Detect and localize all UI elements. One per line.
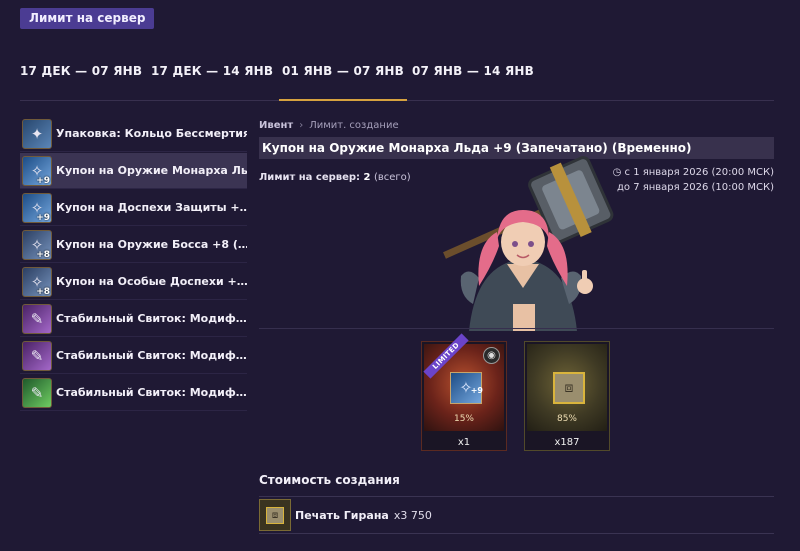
sidebar-item-label: Купон на Оружие Босса +8 (… [56, 238, 247, 251]
armor-coupon-icon: ✧ +9 [22, 192, 52, 223]
sidebar-item-label: Купон на Особые Доспехи +… [56, 275, 247, 288]
sidebar-item[interactable]: ✎ Стабильный Свиток: Модиф… [20, 301, 247, 337]
server-limit: Лимит на сервер: 2 (всего) [259, 172, 411, 183]
stable-scroll-green-icon: ✎ [22, 377, 52, 408]
event-dates: ◷ с 1 января 2026 (20:00 МСК) до 7 январ… [612, 167, 774, 193]
sidebar-item[interactable]: ✎ Стабильный Свиток: Модиф… [20, 375, 247, 411]
sidebar-item-label: Стабильный Свиток: Модиф… [56, 349, 247, 362]
sidebar-item-label: Стабильный Свиток: Модиф… [56, 312, 247, 325]
drop-percent: 85% [556, 414, 577, 424]
weapon-coupon-icon: ✧ +9 [22, 155, 52, 186]
sidebar-item[interactable]: ✧ +8 Купон на Оружие Босса +8 (… [20, 227, 247, 263]
server-limit-badge: Лимит на сервер [20, 8, 155, 29]
cost-row: ⧈ Печать Гирана x3 750 [259, 496, 774, 534]
ring-package-icon: ✦ [22, 118, 52, 149]
cost-title: Стоимость создания [259, 473, 400, 487]
divider [259, 328, 774, 329]
preview-icon[interactable]: ◉ [483, 347, 500, 364]
sidebar-item[interactable]: ✧ +9 Купон на Доспехи Защиты +… [20, 190, 247, 226]
sidebar-item[interactable]: ✧ +8 Купон на Особые Доспехи +… [20, 264, 247, 300]
sidebar-item[interactable]: ✎ Стабильный Свиток: Модиф… [20, 338, 247, 374]
seal-box-icon: ⧈ [259, 499, 291, 531]
stable-scroll-purple-icon: ✎ [22, 340, 52, 371]
breadcrumb-separator: › [299, 119, 304, 131]
sidebar-item[interactable]: ✧ +9 Купон на Оружие Монарха Ль… [20, 153, 247, 189]
detail-panel: Ивент › Лимит. создание Купон на Оружие … [259, 116, 774, 534]
sidebar: ✦ Упаковка: Кольцо Бессмертия ✧ +9 Купон на… [20, 116, 247, 412]
sidebar-item-label: Упаковка: Кольцо Бессмертия [56, 127, 247, 140]
weapon-coupon-icon: ✧ +9 [450, 372, 483, 404]
result-card[interactable]: LIMITED ◉ ✧ +9 15% x1 [421, 333, 507, 451]
seal-box-icon: ⧈ [553, 372, 585, 404]
date-tabs: 17 ДЕК — 07 ЯНВ 17 ДЕК — 14 ЯНВ 01 ЯНВ —… [20, 58, 774, 101]
tab-dec17-jan07[interactable]: 17 ДЕК — 07 ЯНВ [20, 64, 142, 78]
sidebar-item-label: Стабильный Свиток: Модиф… [56, 386, 247, 399]
boss-weapon-coupon-icon: ✧ +8 [22, 229, 52, 260]
special-armor-coupon-icon: ✧ +8 [22, 266, 52, 297]
sidebar-item[interactable]: ✦ Упаковка: Кольцо Бессмертия [20, 116, 247, 152]
breadcrumb-current: Лимит. создание [309, 119, 399, 131]
stable-scroll-purple-icon: ✎ [22, 303, 52, 334]
tab-dec17-jan14[interactable]: 17 ДЕК — 14 ЯНВ [151, 64, 273, 78]
cost-item-name: Печать Гирана [295, 508, 389, 522]
tab-jan07-jan14[interactable]: 07 ЯНВ — 14 ЯНВ [412, 64, 534, 78]
breadcrumb-root[interactable]: Ивент [259, 120, 293, 131]
sidebar-item-label: Купон на Доспехи Защиты +… [56, 201, 247, 214]
quantity: x187 [554, 437, 580, 448]
drop-percent: 15% [453, 414, 474, 424]
quantity: x1 [457, 437, 471, 448]
sidebar-item-label: Купон на Оружие Монарха Ль… [56, 164, 247, 177]
breadcrumb: Ивент › Лимит. создание [259, 116, 774, 134]
tab-jan01-jan07[interactable]: 01 ЯНВ — 07 ЯНВ [279, 64, 407, 101]
result-card[interactable]: ⧈ 85% x187 [524, 341, 610, 451]
hammer-character-icon [443, 156, 614, 331]
cost-item-amount: x3 750 [393, 508, 432, 522]
